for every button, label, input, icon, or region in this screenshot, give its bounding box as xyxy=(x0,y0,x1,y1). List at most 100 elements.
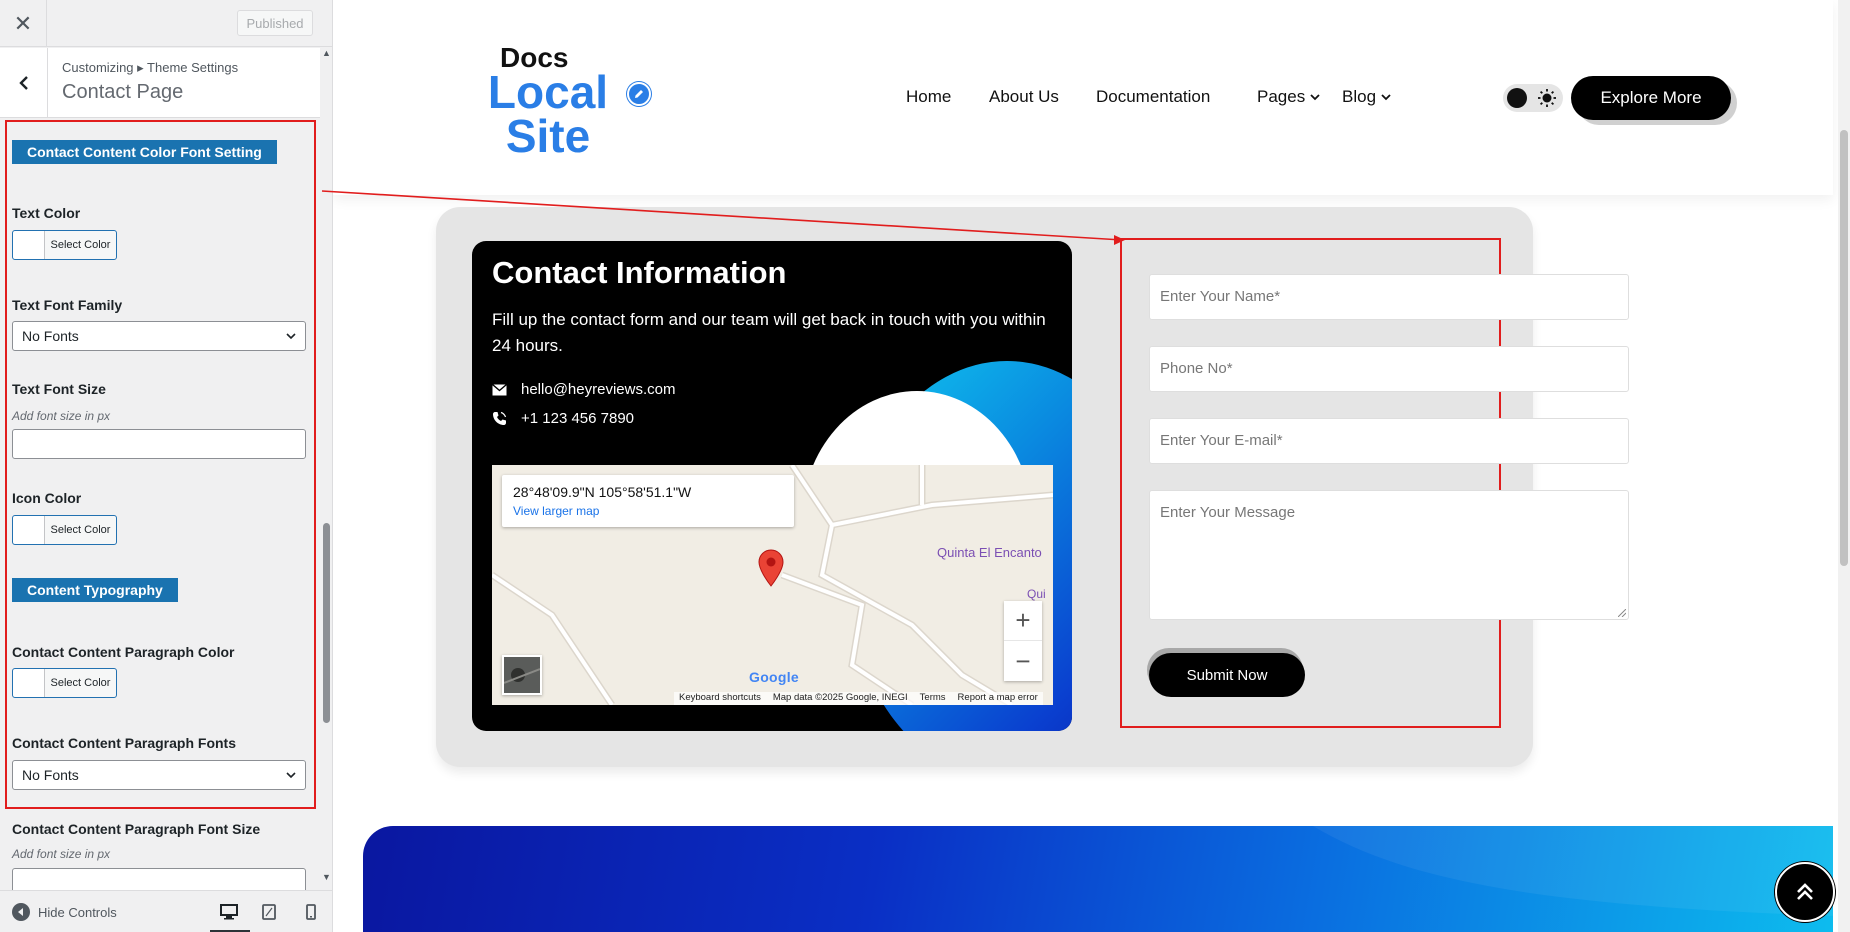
color-swatch xyxy=(13,231,45,259)
scroll-up-arrow-icon[interactable]: ▲ xyxy=(322,48,331,58)
chevron-down-icon xyxy=(286,772,296,779)
customizer-sidebar: ✕ Published Customizing ▸ Theme Settings… xyxy=(0,0,333,932)
map-place-label[interactable]: Quinta El Encanto xyxy=(937,545,1042,560)
select-value: No Fonts xyxy=(22,767,79,783)
text-font-family-label: Text Font Family xyxy=(12,297,123,313)
select-color-label: Select Color xyxy=(50,524,111,536)
contact-email-row: hello@heyreviews.com xyxy=(492,381,675,398)
mobile-icon[interactable] xyxy=(300,902,322,922)
heading-color-font-setting: Contact Content Color Font Setting xyxy=(12,140,277,164)
toggle-knob xyxy=(1507,88,1527,108)
nav-documentation-label: Documentation xyxy=(1096,87,1211,106)
paragraph-font-size-label: Contact Content Paragraph Font Size xyxy=(12,821,261,837)
contact-phone[interactable]: +1 123 456 7890 xyxy=(521,410,634,427)
text-font-size-input[interactable] xyxy=(12,429,306,459)
contact-section: Contact Information Fill up the contact … xyxy=(436,207,1629,767)
paragraph-font-size-hint: Add font size in px xyxy=(12,847,111,861)
chevron-down-icon xyxy=(1381,94,1391,101)
contact-info-text: Fill up the contact form and our team wi… xyxy=(492,310,1046,355)
name-input[interactable]: Enter Your Name* xyxy=(1149,274,1629,320)
nav-blog-label: Blog xyxy=(1342,87,1377,106)
chevron-down-icon xyxy=(1310,94,1320,101)
map-place-label-partial: Qui xyxy=(1027,587,1046,601)
explore-more-button[interactable]: Explore More xyxy=(1571,76,1731,120)
text-font-size-hint: Add font size in px xyxy=(12,409,111,423)
published-button[interactable]: Published xyxy=(237,10,313,36)
text-color-label: Text Color xyxy=(12,205,81,221)
sidebar-footer: Hide Controls xyxy=(0,890,332,932)
map-info-card: 28°48'09.9"N 105°58'51.1"W View larger m… xyxy=(502,475,794,527)
paragraph-color-picker[interactable]: Select Color xyxy=(12,668,117,698)
preview-scroll-thumb[interactable] xyxy=(1840,130,1848,566)
text-color-picker[interactable]: Select Color xyxy=(12,230,117,260)
message-placeholder: Enter Your Message xyxy=(1160,504,1296,521)
envelope-icon xyxy=(492,383,507,395)
sidebar-scrollbar[interactable]: ▲ ▼ xyxy=(320,48,332,884)
nav-pages-label: Pages xyxy=(1257,87,1306,106)
email-input[interactable]: Enter Your E-mail* xyxy=(1149,418,1629,464)
zoom-out-button[interactable]: − xyxy=(1004,641,1042,681)
tablet-icon[interactable] xyxy=(258,902,280,922)
paragraph-color-label: Contact Content Paragraph Color xyxy=(12,644,235,660)
site-header: Docs Local Site Home About Us Documentat… xyxy=(333,0,1833,195)
map-footer: Keyboard shortcuts Map data ©2025 Google… xyxy=(674,692,1043,705)
contact-email[interactable]: hello@heyreviews.com xyxy=(521,381,675,398)
contact-info-title: Contact Information xyxy=(492,255,787,290)
scroll-down-arrow-icon[interactable]: ▼ xyxy=(322,872,331,882)
site-logo[interactable]: Local Site xyxy=(473,66,623,162)
message-textarea[interactable]: Enter Your Message xyxy=(1149,490,1629,620)
scroll-to-top-button[interactable] xyxy=(1775,862,1835,922)
arrow-left-circle-icon xyxy=(12,903,30,921)
sidebar-header: ✕ Published xyxy=(0,0,332,47)
text-font-family-select[interactable]: No Fonts xyxy=(12,321,306,351)
view-larger-map-link[interactable]: View larger map xyxy=(513,504,599,518)
google-map[interactable]: 28°48'09.9"N 105°58'51.1"W View larger m… xyxy=(492,465,1053,705)
color-swatch xyxy=(13,669,45,697)
zoom-in-button[interactable]: + xyxy=(1004,601,1042,641)
icon-color-picker[interactable]: Select Color xyxy=(12,515,117,545)
select-color-label: Select Color xyxy=(50,677,111,689)
site-preview: Docs Local Site Home About Us Documentat… xyxy=(333,0,1850,932)
sidebar-scroll-thumb[interactable] xyxy=(323,523,330,723)
satellite-view-button[interactable] xyxy=(502,655,542,695)
section-title: Contact Page xyxy=(62,81,184,103)
heading-content-typography: Content Typography xyxy=(12,578,178,602)
blue-banner-section xyxy=(363,826,1833,932)
logo-local-text: Local xyxy=(487,66,609,118)
satellite-thumbnail-icon xyxy=(503,657,541,693)
nav-home-label: Home xyxy=(906,87,952,106)
nav-home[interactable]: Home xyxy=(906,87,951,107)
resize-handle-icon[interactable] xyxy=(1618,609,1626,617)
nav-about-label: About Us xyxy=(989,87,1059,106)
nav-blog[interactable]: Blog xyxy=(1342,87,1392,107)
desktop-icon[interactable] xyxy=(218,902,240,922)
hide-controls-label: Hide Controls xyxy=(38,904,117,920)
controls-panel: Contact Content Color Font Setting Text … xyxy=(0,122,318,898)
submit-now-button[interactable]: Submit Now xyxy=(1149,653,1305,697)
color-swatch xyxy=(13,516,45,544)
nav-about-us[interactable]: About Us xyxy=(989,87,1059,107)
preview-scrollbar[interactable] xyxy=(1838,0,1850,932)
close-customizer-button[interactable]: ✕ xyxy=(0,0,47,47)
text-font-size-label: Text Font Size xyxy=(12,381,106,397)
contact-phone-row: +1 123 456 7890 xyxy=(492,410,634,427)
chevron-left-icon xyxy=(18,76,28,90)
nav-pages[interactable]: Pages xyxy=(1257,87,1321,107)
edit-shortcut-pencil-icon[interactable] xyxy=(627,82,651,106)
report-map-error-link[interactable]: Report a map error xyxy=(958,692,1038,705)
google-logo: Google xyxy=(749,669,800,685)
dark-mode-toggle[interactable] xyxy=(1503,84,1563,112)
back-button[interactable] xyxy=(0,48,48,118)
nav-documentation[interactable]: Documentation xyxy=(1096,87,1210,107)
map-pin-icon[interactable] xyxy=(757,549,785,587)
select-value: No Fonts xyxy=(22,328,79,344)
keyboard-shortcuts-link[interactable]: Keyboard shortcuts xyxy=(679,692,761,705)
map-coordinates: 28°48'09.9"N 105°58'51.1"W xyxy=(513,484,692,500)
paragraph-fonts-select[interactable]: No Fonts xyxy=(12,760,306,790)
icon-color-label: Icon Color xyxy=(12,490,82,506)
hide-controls-button[interactable]: Hide Controls xyxy=(12,903,117,921)
map-zoom-controls: + − xyxy=(1004,601,1042,681)
logo-site-text: Site xyxy=(505,110,591,162)
terms-link[interactable]: Terms xyxy=(920,692,946,705)
phone-input[interactable]: Phone No* xyxy=(1149,346,1629,392)
